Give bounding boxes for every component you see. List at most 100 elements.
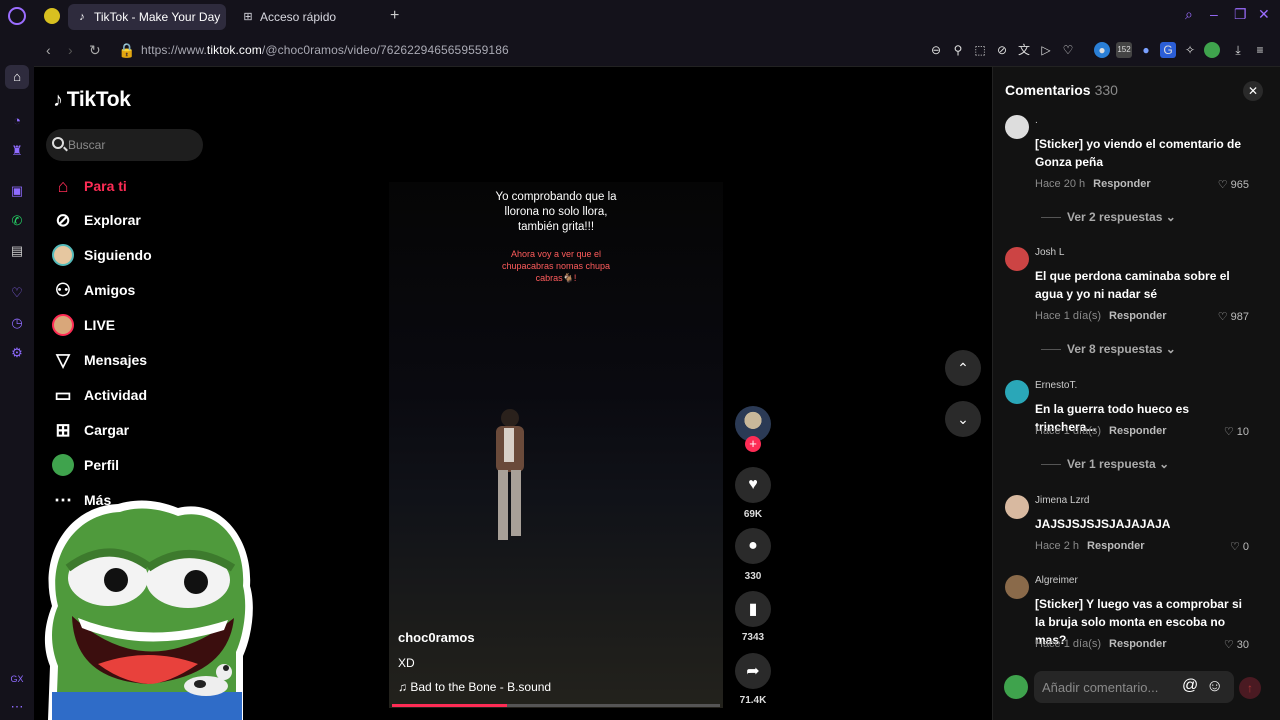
video-author[interactable]: choc0ramos xyxy=(398,630,475,645)
history-icon[interactable]: ◷ xyxy=(9,315,25,331)
gx-store-icon[interactable]: ♜ xyxy=(9,143,25,159)
maximize-button[interactable]: ❐ xyxy=(1234,6,1247,23)
grid-icon: ⊞ xyxy=(243,11,253,23)
share-button[interactable]: ➦ xyxy=(735,653,771,689)
nav-item-perfil[interactable]: Perfil xyxy=(50,450,119,480)
reply-button[interactable]: Responder xyxy=(1109,638,1166,650)
commenter-avatar[interactable] xyxy=(1005,115,1029,139)
close-comments-button[interactable]: ✕ xyxy=(1243,81,1263,101)
save-button[interactable]: ▮ xyxy=(735,591,771,627)
comment-meta: Hace 1 día(s) Responder xyxy=(1035,638,1167,650)
like-button[interactable]: ♥ xyxy=(735,467,771,503)
vpn-icon[interactable]: ● xyxy=(1094,42,1110,58)
document-icon[interactable]: ▤ xyxy=(9,243,25,259)
reply-button[interactable]: Responder xyxy=(1109,310,1166,322)
tab-label: Acceso rápido xyxy=(260,10,337,24)
comment-like-button[interactable]: ♡ 987 xyxy=(1218,310,1249,323)
view-replies-button[interactable]: Ver 2 respuestas ⌄ xyxy=(1041,210,1176,224)
reply-button[interactable]: Responder xyxy=(1109,425,1166,437)
nav-item-para-ti[interactable]: ⌂ Para ti xyxy=(50,171,127,201)
zoom-icon[interactable]: ⊖ xyxy=(928,42,944,58)
tab-label: TikTok - Make Your Day xyxy=(94,10,221,24)
comment-button[interactable]: ● xyxy=(735,528,771,564)
address-bar: ‹ › ↻ 🔒 https://www.tiktok.com/@choc0ram… xyxy=(34,33,1280,67)
commenter-avatar[interactable] xyxy=(1005,380,1029,404)
whatsapp-icon[interactable]: ✆ xyxy=(9,213,25,229)
reply-button[interactable]: Responder xyxy=(1093,178,1150,190)
more-sidebar-icon[interactable]: ⋯ xyxy=(9,699,25,715)
search-icon xyxy=(52,137,64,149)
search-tabs-icon[interactable]: ⌕ xyxy=(1185,6,1193,23)
adblock-icon[interactable]: ⊘ xyxy=(994,42,1010,58)
tiktok-logo[interactable]: ♪ TikTok xyxy=(53,88,131,112)
close-window-button[interactable]: ✕ xyxy=(1258,6,1270,23)
twitch-icon[interactable]: ▣ xyxy=(9,183,25,199)
comment-username[interactable]: Algreimer xyxy=(1035,575,1078,586)
commenter-avatar[interactable] xyxy=(1005,495,1029,519)
forward-icon[interactable]: › xyxy=(68,42,73,58)
tab-tiktok[interactable]: ♪ TikTok - Make Your Day xyxy=(68,4,226,30)
next-video-button[interactable]: ⌄ xyxy=(945,401,981,437)
nav-item-amigos[interactable]: ⚇ Amigos xyxy=(50,275,135,305)
previous-video-button[interactable]: ⌃ xyxy=(945,350,981,386)
minimize-button[interactable]: – xyxy=(1210,6,1218,22)
download-icon[interactable]: ⤓ xyxy=(1230,42,1246,58)
home-icon: ⌂ xyxy=(13,69,21,84)
back-icon[interactable]: ‹ xyxy=(46,42,51,58)
friends-icon: ⚇ xyxy=(54,279,72,300)
translate-icon[interactable]: 文 xyxy=(1016,42,1032,58)
pepe-frog-overlay xyxy=(44,500,253,720)
reload-icon[interactable]: ↻ xyxy=(89,42,101,59)
video-progress-bar[interactable] xyxy=(392,704,720,707)
commenter-avatar[interactable] xyxy=(1005,575,1029,599)
post-comment-button[interactable]: ↑ xyxy=(1239,677,1261,699)
favorites-heart-icon[interactable]: ♡ xyxy=(9,285,25,301)
reply-button[interactable]: Responder xyxy=(1087,540,1144,552)
comment-like-button[interactable]: ♡ 30 xyxy=(1224,638,1249,651)
comment-username[interactable]: ErnestoT. xyxy=(1035,380,1077,391)
emoji-icon[interactable]: ☺ xyxy=(1206,676,1223,696)
settings-icon[interactable]: ⚙ xyxy=(9,345,25,361)
nav-item-siguiendo[interactable]: Siguiendo xyxy=(50,240,152,270)
live-avatar xyxy=(52,314,74,336)
comment-username[interactable]: . xyxy=(1035,115,1038,126)
opera-logo-icon[interactable] xyxy=(8,7,26,25)
follow-button[interactable]: + xyxy=(745,436,761,452)
url-field[interactable]: https://www.tiktok.com/@choc0ramos/video… xyxy=(141,43,509,57)
comment-like-button[interactable]: ♡ 965 xyxy=(1218,178,1249,191)
nav-item-live[interactable]: LIVE xyxy=(50,310,115,340)
tab-quick-access[interactable]: ⊞ Acceso rápido xyxy=(234,4,384,30)
comment-like-button[interactable]: ♡ 10 xyxy=(1224,425,1249,438)
audio-icon[interactable]: ⦁ xyxy=(1138,42,1154,58)
player-icon[interactable]: ▷ xyxy=(1038,42,1054,58)
profile-pepe-icon[interactable] xyxy=(1204,42,1220,58)
puzzle-icon[interactable]: ✧ xyxy=(1182,42,1198,58)
workspace-icon[interactable] xyxy=(44,8,60,24)
lock-icon: 🔒 xyxy=(118,42,136,58)
comment-username[interactable]: Jimena Lzrd xyxy=(1035,495,1089,506)
pin-icon[interactable]: ⚲ xyxy=(950,42,966,58)
snapshot-icon[interactable]: ⬚ xyxy=(972,42,988,58)
translator-extension-icon[interactable]: G xyxy=(1160,42,1176,58)
add-comment-input[interactable]: Añadir comentario... @ ☺ xyxy=(1034,671,1234,703)
comments-title: Comentarios 330 xyxy=(1005,82,1118,98)
view-replies-button[interactable]: Ver 1 respuesta ⌄ xyxy=(1041,457,1169,471)
video-caption-main: Yo comprobando que la llorona no solo ll… xyxy=(495,191,617,233)
new-tab-button[interactable]: + xyxy=(390,7,399,25)
nav-item-explorar[interactable]: ⊘ Explorar xyxy=(50,205,140,235)
share-count: 71.4K xyxy=(739,695,767,706)
comment-username[interactable]: Josh L xyxy=(1035,247,1064,258)
extension-badge-icon[interactable]: 152 xyxy=(1116,42,1132,58)
gx-corner-icon[interactable]: ◔ xyxy=(9,113,25,129)
comment-like-button[interactable]: ♡ 0 xyxy=(1230,540,1249,553)
commenter-avatar[interactable] xyxy=(1005,247,1029,271)
heart-icon[interactable]: ♡ xyxy=(1060,42,1076,58)
nav-item-cargar[interactable]: ⊞ Cargar xyxy=(50,415,129,445)
mention-icon[interactable]: @ xyxy=(1182,677,1198,695)
nav-item-mensajes[interactable]: ▽ Mensajes xyxy=(50,345,147,375)
video-sound[interactable]: ♫ Bad to the Bone - B.sound xyxy=(398,680,551,694)
nav-item-actividad[interactable]: ▭ Actividad xyxy=(50,380,147,410)
view-replies-button[interactable]: Ver 8 respuestas ⌄ xyxy=(1041,342,1176,356)
search-input[interactable]: Buscar xyxy=(46,129,203,161)
menu-icon[interactable]: ≡ xyxy=(1252,42,1268,58)
